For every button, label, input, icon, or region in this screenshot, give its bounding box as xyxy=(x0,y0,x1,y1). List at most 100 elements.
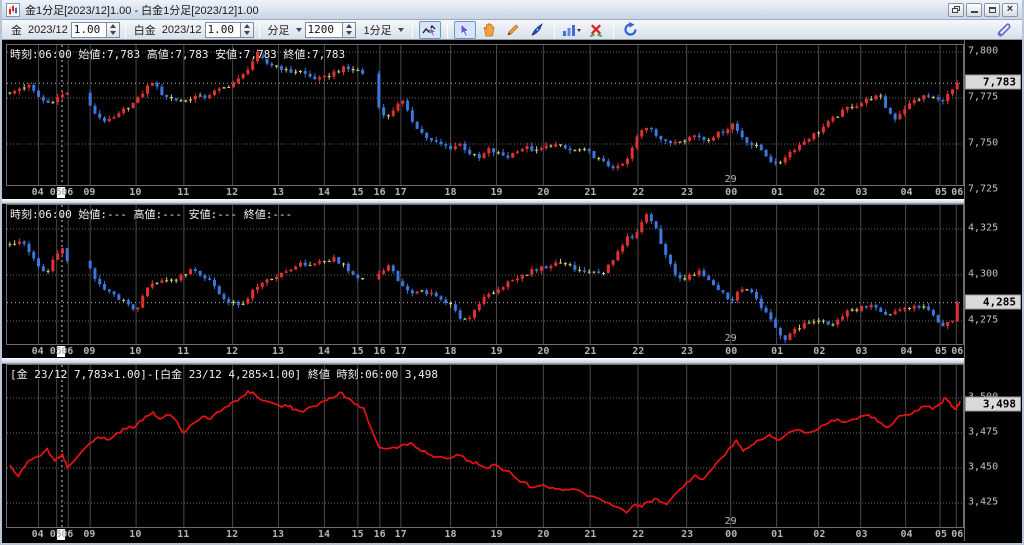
platinum-symbol-label: 白金 xyxy=(133,24,156,37)
hand-icon xyxy=(483,22,495,36)
x-axis-label: 21 xyxy=(584,529,597,540)
minimize-icon xyxy=(970,6,978,13)
delete-x-icon xyxy=(589,23,602,37)
x-axis-label: 18 xyxy=(444,529,457,540)
x-axis-label: 12 xyxy=(226,346,239,357)
x-axis-label: 06 xyxy=(61,346,74,357)
gold-candle-chart[interactable]: 29 時刻:06:00 始値:7,783 高値:7,783 安値:7,783 終… xyxy=(6,44,964,186)
x-axis-label: 00 xyxy=(725,529,738,540)
x-axis-label: 19 xyxy=(490,346,503,357)
x-axis-label: 12 xyxy=(226,187,239,198)
interval-dropdown-label[interactable]: 1分足 xyxy=(364,22,392,38)
date-change-label: 29 xyxy=(725,333,737,344)
select-tool-button[interactable] xyxy=(453,20,476,39)
x-axis-label: 14 xyxy=(318,187,331,198)
x-axis-label: 06 xyxy=(951,187,964,198)
x-axis-label: 04 xyxy=(31,346,44,357)
title-bar[interactable]: 金1分足[2023/12]1.00 - 白金1分足[2023/12]1.00 × xyxy=(2,0,1022,20)
spread-time-axis: 04 05 06 09 10 11 12 13 14 15 16 17 18 19 20 21 22 23 00 01… xyxy=(6,528,964,541)
price-axis-column[interactable] xyxy=(964,40,1022,541)
toolbar-separator xyxy=(124,21,126,38)
period-type-dropdown-label[interactable]: 分足 xyxy=(268,22,290,38)
chart-cursor-tool-button[interactable] xyxy=(418,20,441,39)
x-axis-label: 15 xyxy=(351,529,364,540)
settings-button[interactable] xyxy=(993,21,1015,39)
select-arrow-icon xyxy=(460,22,470,37)
x-axis-label: 05 xyxy=(49,529,62,540)
gold-contract-month[interactable]: 2023/12 xyxy=(28,24,68,36)
x-axis-label: 06 xyxy=(61,187,74,198)
platinum-contract-month[interactable]: 2023/12 xyxy=(162,24,202,36)
platinum-multiplier-input[interactable] xyxy=(204,21,241,38)
spin-up-icon xyxy=(345,24,352,28)
date-change-label: 29 xyxy=(725,174,737,185)
spin-down-icon xyxy=(109,31,116,35)
settings-wrench-icon xyxy=(997,22,1011,36)
interval-dropdown[interactable] xyxy=(395,23,407,37)
x-axis-label: 02 xyxy=(813,187,826,198)
maximize-button[interactable] xyxy=(984,2,1000,17)
refresh-icon xyxy=(624,22,637,36)
toolbar-separator xyxy=(612,21,614,38)
x-axis-label: 13 xyxy=(272,187,285,198)
x-axis-label: 16 xyxy=(373,529,386,540)
delete-drawing-button[interactable] xyxy=(585,21,607,39)
platinum-multiplier-spinner[interactable] xyxy=(240,21,254,38)
toolbar-separator xyxy=(446,21,448,38)
chevron-down-icon xyxy=(397,27,404,32)
x-axis-label: 15 xyxy=(351,187,364,198)
x-axis-label: 14 xyxy=(318,346,331,357)
window-title: 金1分足[2023/12]1.00 - 白金1分足[2023/12]1.00 xyxy=(25,4,259,17)
x-axis-label: 06 xyxy=(951,529,964,540)
platinum-candle-chart[interactable]: 29 時刻:06:00 始値:--- 高値:--- 安値:--- 終値:--- xyxy=(6,204,964,345)
x-axis-label: 05 xyxy=(49,187,62,198)
x-axis-label: 20 xyxy=(537,346,550,357)
refresh-button[interactable] xyxy=(620,21,642,39)
spin-down-icon xyxy=(345,31,352,35)
x-axis-label: 12 xyxy=(226,529,239,540)
x-axis-label: 09 xyxy=(83,187,96,198)
x-axis-label: 23 xyxy=(681,187,694,198)
toolbar-separator xyxy=(258,21,260,38)
x-axis-label: 01 xyxy=(771,346,784,357)
gold-multiplier-spinner[interactable] xyxy=(106,21,120,38)
toolbar-separator xyxy=(411,21,413,38)
app-window: 金1分足[2023/12]1.00 - 白金1分足[2023/12]1.00 ×… xyxy=(0,0,1024,545)
x-axis-label: 06 xyxy=(951,346,964,357)
x-axis-label: 09 xyxy=(83,529,96,540)
x-axis-label: 00 xyxy=(725,346,738,357)
x-axis-label: 02 xyxy=(813,529,826,540)
restore-window-button[interactable] xyxy=(948,2,964,17)
x-axis-label: 16 xyxy=(373,187,386,198)
pen-tool-button[interactable] xyxy=(526,21,548,39)
spread-line-chart[interactable]: 29 [金 23/12 7,783×1.00]-[白金 23/12 4,285×… xyxy=(6,364,964,528)
x-axis-label: 11 xyxy=(177,187,190,198)
maximize-icon xyxy=(988,6,996,13)
x-axis-label: 22 xyxy=(632,187,645,198)
bar-chart-icon xyxy=(562,24,581,36)
x-axis-label: 18 xyxy=(444,187,457,198)
minimize-button[interactable] xyxy=(966,2,982,17)
gold-multiplier-input[interactable] xyxy=(70,21,107,38)
toolbar-separator xyxy=(553,21,555,38)
x-axis-label: 04 xyxy=(900,529,913,540)
x-axis-label: 04 xyxy=(900,346,913,357)
x-axis-label: 06 xyxy=(61,529,74,540)
x-axis-label: 10 xyxy=(129,529,142,540)
bar-count-spinner[interactable] xyxy=(342,21,356,38)
pencil-tool-button[interactable] xyxy=(502,21,524,39)
close-button[interactable]: × xyxy=(1002,2,1018,17)
x-axis-label: 09 xyxy=(83,346,96,357)
candlestick-app-icon xyxy=(6,2,20,17)
x-axis-label: 05 xyxy=(934,529,948,540)
pen-icon xyxy=(531,22,543,35)
chart-type-button[interactable] xyxy=(561,21,583,39)
x-axis-label: 04 xyxy=(31,187,44,198)
x-axis-label: 17 xyxy=(394,346,407,357)
bar-count-input[interactable] xyxy=(304,21,343,38)
hand-pan-tool-button[interactable] xyxy=(478,21,500,39)
period-type-dropdown[interactable] xyxy=(293,23,305,37)
x-axis-label: 03 xyxy=(855,187,868,198)
spin-down-icon xyxy=(243,31,250,35)
x-axis-label: 10 xyxy=(129,187,142,198)
